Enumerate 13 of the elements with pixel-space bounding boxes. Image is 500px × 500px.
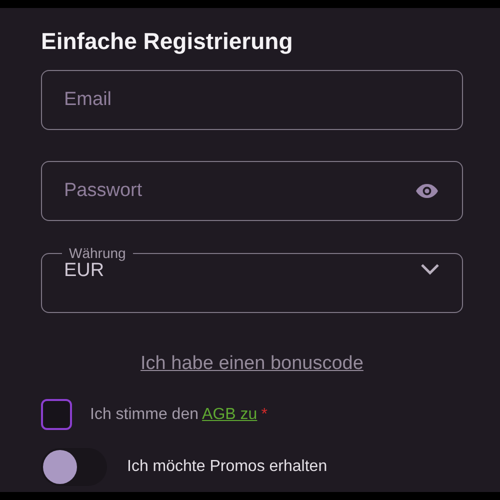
password-field[interactable]: Passwort [41,161,463,221]
field-label: Währung [68,244,127,262]
terms-text: Ich stimme den AGB zu * [90,406,268,424]
eye-icon[interactable] [415,183,439,199]
chevron-down-icon [420,263,440,275]
form-title: Einfache Registrierung [41,27,294,56]
email-field[interactable]: Email [41,70,463,130]
promos-toggle[interactable] [41,448,107,486]
terms-link[interactable]: AGB zu [202,406,258,422]
select-value: EUR [64,260,104,282]
promos-label: Ich möchte Promos erhalten [127,458,328,476]
terms-checkbox[interactable] [41,399,72,430]
bonus-code-link[interactable]: Ich habe einen bonuscode [140,353,364,375]
